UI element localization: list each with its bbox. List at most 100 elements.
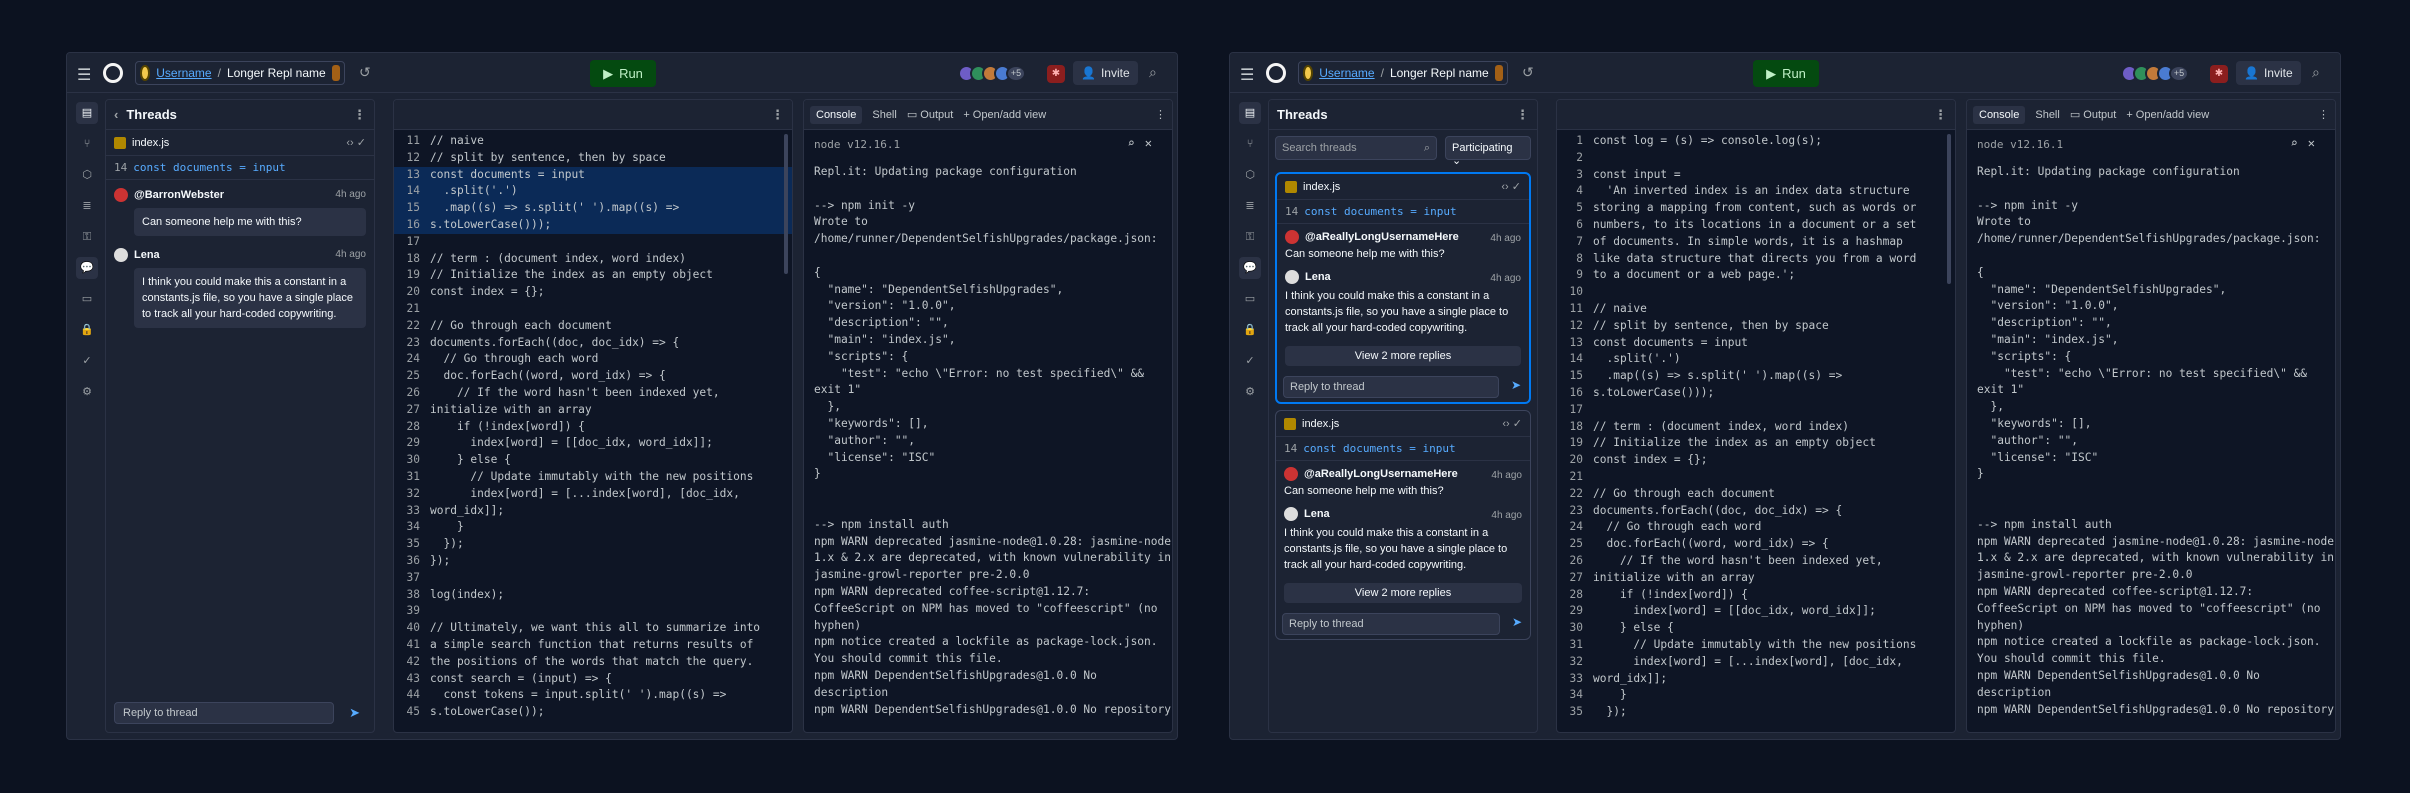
repl-context[interactable]: Username / Longer Repl name [1298,61,1508,85]
repl-name[interactable]: Longer Repl name [227,66,326,80]
threads-icon[interactable]: 💬 [76,257,98,279]
bug-icon[interactable]: ✱ [1047,65,1065,83]
tab-output[interactable]: ▭ Output [2070,108,2116,121]
code-line[interactable]: 22 // Go through each document [1557,486,1955,503]
username-link[interactable]: Username [156,66,211,80]
code-line[interactable]: 27 initialize with an array [394,402,792,419]
code-line[interactable]: 22 // Go through each document [394,318,792,335]
tab-open-add-view[interactable]: + Open/add view [2126,109,2209,121]
secrets-icon[interactable]: ⚿ [1239,226,1261,248]
console-output[interactable]: Repl.it: Updating package configuration … [804,158,1172,724]
packages-icon[interactable]: ⬡ [76,164,98,186]
code-line[interactable]: 30 } else { [394,452,792,469]
username-link[interactable]: Username [1319,66,1374,80]
send-icon[interactable]: ➤ [349,705,360,721]
secrets-icon[interactable]: ⚿ [76,226,98,248]
tab-console[interactable]: Console [1973,105,2026,124]
code-line[interactable]: 18 // term : (document index, word index) [394,251,792,268]
database-icon[interactable]: ≣ [76,195,98,217]
version-control-icon[interactable]: ⑂ [76,133,98,155]
code-line[interactable]: 29 index[word] = [[doc_idx, word_idx]]; [394,435,792,452]
code-line[interactable]: 10 [1557,284,1955,301]
settings-icon[interactable]: ⚙ [76,381,98,403]
search-clear-icons[interactable]: ⌕✕ [1128,136,1162,150]
settings-icon[interactable]: ⚙ [1239,381,1261,403]
invite-button[interactable]: 👤 Invite [1073,61,1138,85]
back-icon[interactable]: ‹ [114,107,118,122]
check-icon[interactable]: ✓ [1239,350,1261,372]
chat-icon[interactable]: ▭ [76,288,98,310]
code-line[interactable]: 25 doc.forEach((word, word_idx) => { [394,368,792,385]
history-icon[interactable]: ↺ [359,64,371,81]
code-line[interactable]: 17 [1557,402,1955,419]
code-editor[interactable]: ⋮ 11 // naive 12 // split by sentence, then… [393,99,793,733]
search-threads-input[interactable]: Search threads ⌕ [1275,136,1437,160]
scrollbar[interactable] [1947,134,1951,284]
more-icon[interactable]: ⋮ [1516,107,1529,123]
more-icon[interactable]: ⋮ [771,107,784,123]
code-line[interactable]: 16 s.toLowerCase())); [394,216,792,234]
code-line[interactable]: 14 .split('.') [1557,351,1955,368]
code-line[interactable]: 37 [394,570,792,587]
code-line[interactable]: 15 .map((s) => s.split(' ').map((s) => [1557,368,1955,385]
code-line[interactable]: 26 // If the word hasn't been indexed ye… [394,385,792,402]
search-clear-icons[interactable]: ⌕✕ [2291,136,2325,150]
code-line[interactable]: 43 const search = (input) => { [394,671,792,688]
code-line[interactable]: 26 // If the word hasn't been indexed ye… [1557,553,1955,570]
code-line[interactable]: 16 s.toLowerCase())); [1557,385,1955,402]
code-line[interactable]: 44 const tokens = input.split(' ').map((… [394,687,792,704]
tab-console[interactable]: Console [810,105,863,124]
code-line[interactable]: 8 like data structure that directs you fr… [1557,251,1955,268]
code-line[interactable]: 23 documents.forEach((doc, doc_idx) => { [1557,503,1955,520]
packages-icon[interactable]: ⬡ [1239,164,1261,186]
files-icon[interactable]: ▤ [1239,102,1261,124]
code-line[interactable]: 11 // naive [394,133,792,150]
view-more-replies-button[interactable]: View 2 more replies [1285,346,1521,366]
reply-input[interactable]: Reply to thread [114,702,334,724]
bug-icon[interactable]: ✱ [2210,65,2228,83]
tab-shell[interactable]: Shell [872,109,896,121]
more-icon[interactable]: ⋮ [2318,108,2329,121]
tab-open-add-view[interactable]: + Open/add view [963,109,1046,121]
code-line[interactable]: 32 index[word] = [...index[word], [doc_i… [1557,654,1955,671]
code-line[interactable]: 25 doc.forEach((word, word_idx) => { [1557,536,1955,553]
repl-name[interactable]: Longer Repl name [1390,66,1489,80]
search-icon[interactable]: ⌕ [1149,64,1157,81]
code-line[interactable]: 1 const log = (s) => console.log(s); [1557,133,1955,150]
more-icon[interactable]: ⋮ [1934,107,1947,123]
lock-icon[interactable]: 🔒 [76,319,98,341]
reply-input[interactable]: Reply to thread [1282,613,1500,635]
code-line[interactable]: 23 documents.forEach((doc, doc_idx) => { [394,335,792,352]
code-line[interactable]: 34 } [394,519,792,536]
version-control-icon[interactable]: ⑂ [1239,133,1261,155]
code-line[interactable]: 33 word_idx]]; [394,503,792,520]
more-icon[interactable]: ⋮ [1155,108,1166,121]
code-line[interactable]: 21 [1557,469,1955,486]
reply-input[interactable]: Reply to thread [1283,376,1499,398]
code-lines[interactable]: 1 const log = (s) => console.log(s); 2 3 con… [1557,130,1955,721]
tab-output[interactable]: ▭ Output [907,108,953,121]
run-button[interactable]: ▶ Run [590,60,656,87]
send-icon[interactable]: ➤ [1512,615,1522,629]
code-line[interactable]: 40 // Ultimately, we want this all to sum… [394,620,792,637]
check-icon[interactable]: ✓ [76,350,98,372]
code-line[interactable]: 13 const documents = input [1557,335,1955,352]
code-line[interactable]: 9 to a document or a web page.'; [1557,267,1955,284]
code-line[interactable]: 13 const documents = input [394,166,792,184]
code-line[interactable]: 18 // term : (document index, word index) [1557,419,1955,436]
code-line[interactable]: 11 // naive [1557,301,1955,318]
code-check-icons[interactable]: ‹› ✓ [1502,417,1522,430]
replit-logo[interactable] [103,63,123,83]
code-line[interactable]: 17 [394,234,792,251]
code-line[interactable]: 31 // Update immutably with the new posi… [394,469,792,486]
code-line[interactable]: 7 of documents. In simple words, it is a … [1557,234,1955,251]
code-line[interactable]: 12 // split by sentence, then by space [394,150,792,167]
scrollbar[interactable] [784,134,788,274]
code-line[interactable]: 15 .map((s) => s.split(' ').map((s) => [394,200,792,217]
code-line[interactable]: 45 s.toLowerCase()); [394,704,792,721]
code-line[interactable]: 30 } else { [1557,620,1955,637]
code-line[interactable]: 21 [394,301,792,318]
code-line[interactable]: 24 // Go through each word [1557,519,1955,536]
lock-icon[interactable]: 🔒 [1239,319,1261,341]
code-line[interactable]: 38 log(index); [394,587,792,604]
